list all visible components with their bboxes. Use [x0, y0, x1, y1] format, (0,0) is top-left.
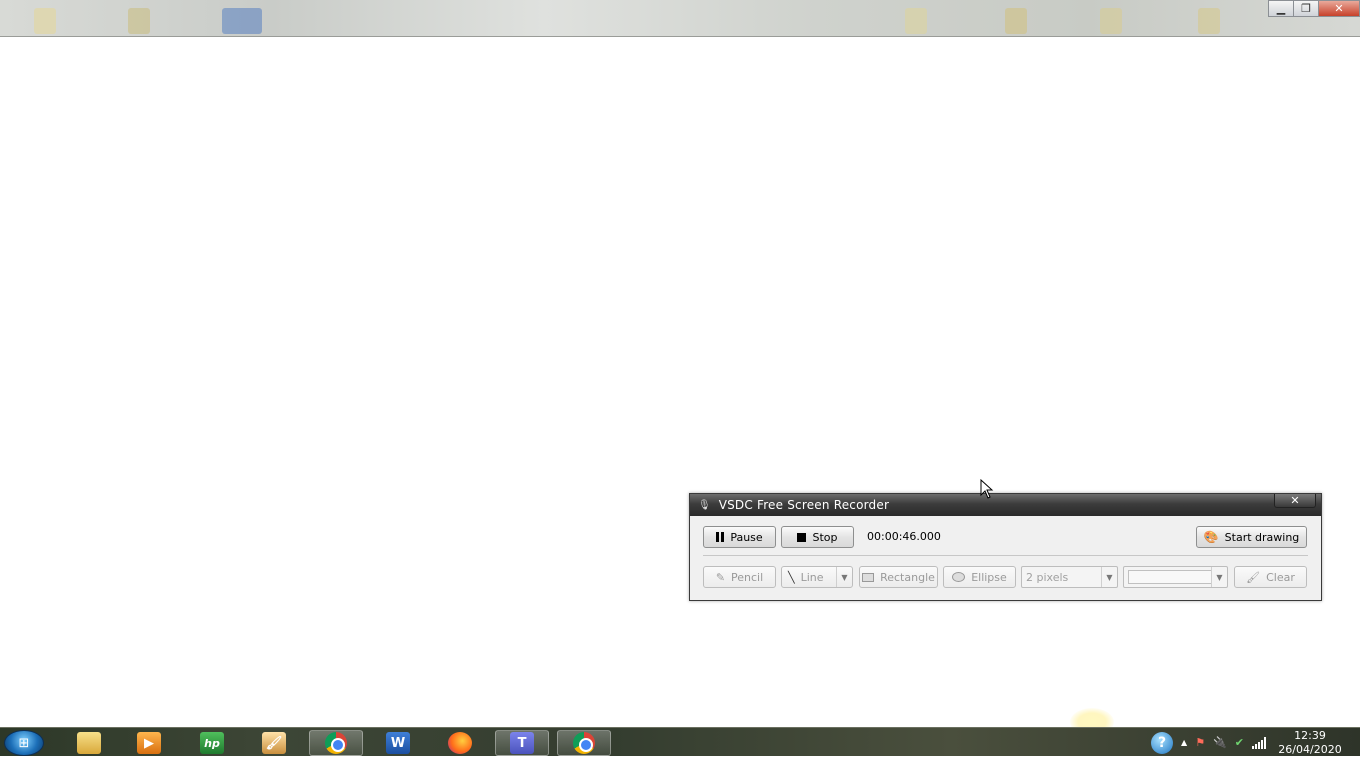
rectangle-label: Rectangle: [880, 570, 935, 584]
drawing-tools-row: ✎ Pencil ╲ Line ▼ Rectangle Ellipse 2 pi…: [703, 556, 1308, 598]
palette-icon: 🎨: [1203, 530, 1219, 544]
line-icon: ╲: [788, 570, 795, 584]
desktop-blur-shape: [128, 8, 150, 34]
recorder-title: VSDC Free Screen Recorder: [718, 498, 890, 512]
color-swatch: [1128, 570, 1212, 584]
recording-controls-row: Pause Stop 00:00:46.000 🎨 Start drawing: [703, 516, 1308, 556]
ellipse-tool-button[interactable]: Ellipse: [943, 566, 1016, 588]
flag-icon[interactable]: ⚑: [1195, 736, 1205, 749]
stop-icon: [797, 532, 807, 542]
chevron-down-icon: ▼: [1211, 567, 1227, 587]
teams-icon: T: [510, 732, 534, 754]
taskbar-app-chrome-2[interactable]: [557, 730, 611, 756]
desktop-blur-shape: [222, 8, 262, 34]
restore-icon: ❐: [1301, 2, 1311, 15]
word-icon: W: [386, 732, 410, 754]
top-window-strip: ▁ ❐ ✕: [0, 0, 1360, 37]
taskbar-app-chrome[interactable]: [309, 730, 363, 756]
ellipse-label: Ellipse: [971, 570, 1007, 584]
taskbar-app-firefox[interactable]: [433, 730, 487, 756]
mouse-cursor-icon: [980, 479, 994, 499]
eraser-icon: 🖌: [1246, 570, 1261, 584]
pause-label: Pause: [730, 530, 763, 544]
desktop-blur-shape: [34, 8, 56, 34]
taskbar-app-word[interactable]: W: [371, 730, 425, 756]
desktop-blur-shape: [1198, 8, 1220, 34]
media-player-icon: ▶: [137, 732, 161, 754]
desktop-blur-shape: [905, 8, 927, 34]
restore-button[interactable]: ❐: [1293, 0, 1319, 17]
taskbar-app-teams[interactable]: T: [495, 730, 549, 756]
recorder-close-button[interactable]: ✕: [1274, 494, 1316, 508]
pencil-label: Pencil: [731, 570, 764, 584]
network-signal-icon[interactable]: [1252, 736, 1266, 749]
tray-expand-icon[interactable]: ▲: [1181, 738, 1187, 747]
ellipse-icon: [952, 572, 966, 582]
taskbar-app-media-player[interactable]: ▶: [122, 730, 176, 756]
close-icon: ✕: [1290, 494, 1300, 507]
clock-date: 26/04/2020: [1278, 742, 1342, 756]
stop-label: Stop: [812, 530, 838, 544]
screen-recorder-dialog: 🎙 VSDC Free Screen Recorder ✕ Pause Stop…: [689, 493, 1322, 601]
line-tool-button[interactable]: ╲ Line ▼: [781, 566, 853, 588]
minimize-button[interactable]: ▁: [1268, 0, 1294, 17]
taskbar-app-hp[interactable]: hp: [185, 730, 239, 756]
recorder-app-icon: 🎙: [698, 499, 711, 511]
close-icon: ✕: [1334, 2, 1344, 15]
pause-icon: [716, 532, 725, 542]
hp-icon: hp: [200, 732, 224, 754]
close-button[interactable]: ✕: [1318, 0, 1360, 17]
pause-button[interactable]: Pause: [703, 526, 776, 548]
paint-icon: 🖌: [262, 732, 286, 754]
thickness-value: 2 pixels: [1026, 570, 1069, 584]
desktop-blur-shape: [1005, 8, 1027, 34]
rectangle-tool-button[interactable]: Rectangle: [859, 566, 938, 588]
usb-check-icon[interactable]: ✔: [1235, 736, 1244, 749]
chevron-down-icon: ▼: [1101, 567, 1117, 587]
stop-button[interactable]: Stop: [781, 526, 854, 548]
clock-time: 12:39: [1294, 728, 1326, 742]
chrome-icon: [573, 732, 595, 754]
start-button[interactable]: ⊞: [4, 730, 44, 756]
taskbar: ⊞ ▶ hp 🖌 W T ? ▲ ⚑ 🔌 ✔ 12:39 26/04/2020: [0, 727, 1360, 756]
desktop-blur-shape: [1100, 8, 1122, 34]
clear-button[interactable]: 🖌 Clear: [1234, 566, 1307, 588]
start-drawing-button[interactable]: 🎨 Start drawing: [1196, 526, 1307, 548]
line-dropdown-arrow-icon[interactable]: ▼: [836, 567, 852, 587]
system-clock[interactable]: 12:39 26/04/2020: [1278, 729, 1342, 757]
taskbar-app-paint[interactable]: 🖌: [247, 730, 301, 756]
start-drawing-label: Start drawing: [1224, 530, 1300, 544]
file-explorer-icon: [77, 732, 101, 754]
system-tray: ? ▲ ⚑ 🔌 ✔ 12:39 26/04/2020: [1151, 728, 1360, 757]
taskbar-app-explorer[interactable]: [62, 730, 116, 756]
power-icon[interactable]: 🔌: [1213, 736, 1227, 749]
minimize-icon: ▁: [1276, 2, 1286, 15]
pencil-icon: ✎: [715, 570, 726, 584]
pencil-tool-button[interactable]: ✎ Pencil: [703, 566, 776, 588]
recording-timer: 00:00:46.000: [867, 530, 941, 543]
help-icon[interactable]: ?: [1151, 731, 1174, 754]
firefox-icon: [448, 732, 472, 754]
clear-label: Clear: [1266, 570, 1295, 584]
color-select[interactable]: ▼: [1123, 566, 1228, 588]
chrome-icon: [325, 732, 347, 754]
line-label: Line: [800, 570, 824, 584]
rectangle-icon: [862, 572, 875, 582]
recorder-title-bar[interactable]: 🎙 VSDC Free Screen Recorder ✕: [690, 494, 1321, 516]
windows-logo-icon: ⊞: [18, 735, 30, 751]
window-controls: ▁ ❐ ✕: [1268, 0, 1360, 18]
line-thickness-select[interactable]: 2 pixels ▼: [1021, 566, 1118, 588]
